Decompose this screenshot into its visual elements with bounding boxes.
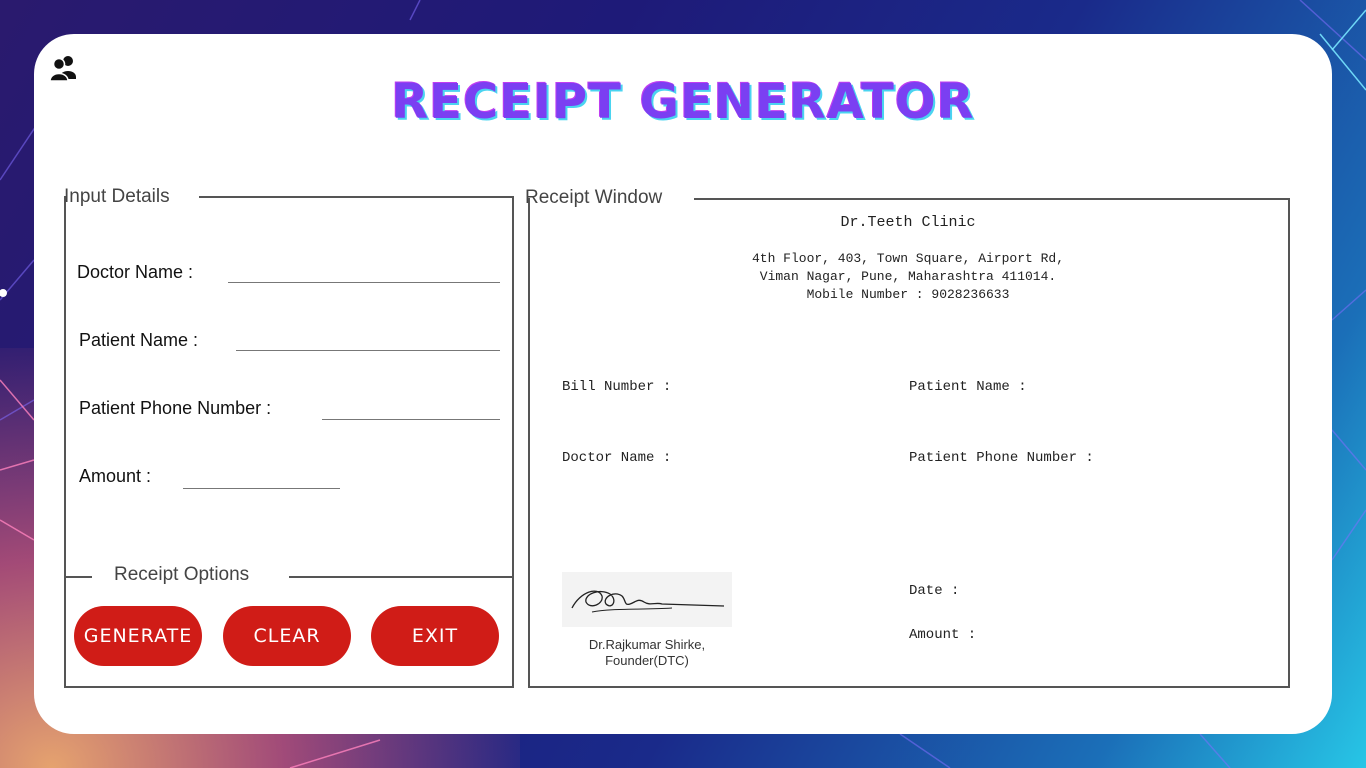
- receipt-doctor-name-label: Doctor Name :: [562, 450, 672, 466]
- amount-label: Amount :: [79, 466, 152, 486]
- signer-title: Founder(DTC): [605, 653, 689, 668]
- clinic-address-line1: 4th Floor, 403, Town Square, Airport Rd,: [751, 251, 1065, 266]
- generate-button[interactable]: GENERATE: [74, 606, 202, 666]
- receipt-patient-phone-label: Patient Phone Number :: [909, 450, 1094, 466]
- signer-name: Dr.Rajkumar Shirke,: [588, 637, 706, 652]
- amount-field[interactable]: [183, 488, 340, 489]
- receipt-patient-name-label: Patient Name :: [909, 379, 1027, 395]
- main-card: RECEIPT GENERATOR Input Details Doctor N…: [34, 34, 1332, 734]
- clear-button[interactable]: CLEAR: [223, 606, 351, 666]
- clinic-name: Dr.Teeth Clinic: [840, 214, 976, 231]
- signature-caption: Dr.Rajkumar Shirke, Founder(DTC): [534, 637, 760, 669]
- clinic-address-line2: Viman Nagar, Pune, Maharashtra 411014.: [759, 269, 1057, 284]
- signature-image: [562, 572, 732, 627]
- patient-name-field[interactable]: [236, 350, 500, 351]
- app-title: RECEIPT GENERATOR: [391, 74, 975, 130]
- clinic-mobile: Mobile Number : 9028236633: [806, 287, 1010, 302]
- patient-phone-label: Patient Phone Number :: [79, 398, 272, 418]
- input-details-legend: Input Details: [64, 186, 170, 207]
- receipt-window-legend: Receipt Window: [525, 187, 663, 208]
- patient-phone-field[interactable]: [322, 419, 500, 420]
- doctor-name-label: Doctor Name :: [77, 262, 194, 282]
- receipt-amount-label: Amount :: [909, 627, 977, 643]
- receipt-options-legend: Receipt Options: [114, 564, 250, 585]
- patient-name-label: Patient Name :: [79, 330, 199, 350]
- bill-number-label: Bill Number :: [562, 379, 672, 395]
- exit-button[interactable]: EXIT: [371, 606, 499, 666]
- doctor-name-field[interactable]: [228, 282, 500, 283]
- receipt-date-label: Date :: [909, 583, 960, 599]
